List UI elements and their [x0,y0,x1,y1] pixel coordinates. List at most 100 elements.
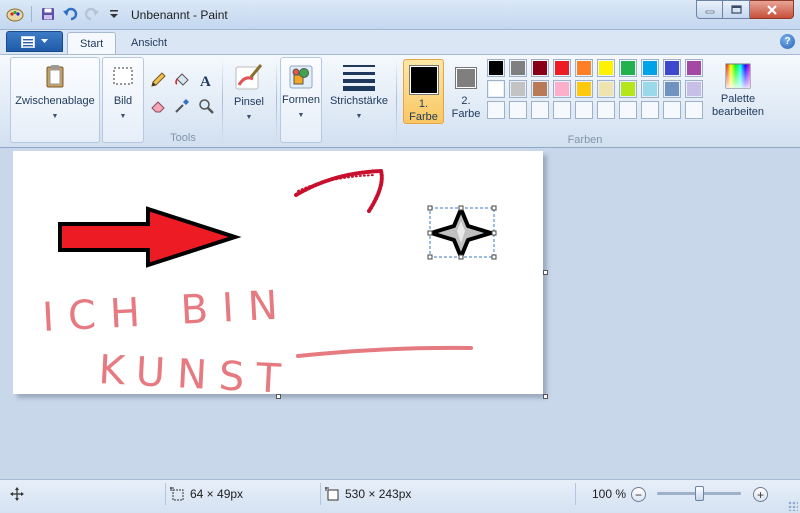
save-icon[interactable] [39,5,57,23]
canvas-text-line1: ICH BIN [41,282,293,341]
resize-grip[interactable] [788,501,798,511]
palette-swatch[interactable] [575,80,593,98]
zoom-in-icon[interactable]: + [753,487,768,502]
pencil-icon[interactable] [148,70,168,90]
palette-swatch-empty[interactable] [575,101,593,119]
shapes-icon [289,65,313,89]
cursor-position [10,480,24,508]
zoom-level: 100 % [592,487,627,501]
palette-swatch[interactable] [619,59,637,77]
canvas-size-icon [325,487,339,501]
canvas-area[interactable]: ICH BIN KUNST [0,148,800,479]
palette-swatch[interactable] [575,59,593,77]
selection-size-icon [170,487,184,501]
palette-swatch[interactable] [553,59,571,77]
size-button[interactable]: Strichstärke ▼ [326,57,392,143]
fill-bucket-icon[interactable] [172,70,192,90]
undo-icon[interactable] [61,5,79,23]
customize-toolbar-icon[interactable] [105,5,123,23]
size-label: Strichstärke [329,95,389,107]
palette-swatch[interactable] [619,80,637,98]
zoom-slider-thumb[interactable] [695,486,704,501]
color-picker-icon[interactable] [172,96,192,116]
image-button[interactable]: Bild ▼ [102,57,144,143]
palette-swatch[interactable] [509,59,527,77]
palette-swatch-empty[interactable] [487,101,505,119]
chevron-down-icon: ▼ [119,113,127,120]
drawing-canvas[interactable]: ICH BIN KUNST [13,151,543,394]
shapes-button[interactable]: Formen ▼ [280,57,322,143]
edit-colors-label-1: Palette [720,93,756,105]
group-divider [396,59,397,143]
maximize-button[interactable] [723,0,750,19]
palette-swatch-empty[interactable] [641,101,659,119]
status-divider [165,483,166,505]
menu-icon [21,35,35,48]
eraser-icon[interactable] [148,96,168,116]
palette-swatch[interactable] [531,59,549,77]
palette-swatch-empty[interactable] [553,101,571,119]
palette-swatch[interactable] [487,80,505,98]
group-divider [222,59,223,143]
clipboard-label: Zwischenablage [15,95,95,107]
svg-text:A: A [200,74,211,88]
tab-start[interactable]: Start [67,32,117,54]
paint-app-icon[interactable] [6,5,24,23]
palette-swatch-empty[interactable] [663,101,681,119]
palette-swatch[interactable] [553,80,571,98]
chevron-down-icon [41,39,48,43]
canvas-resize-handle-bottom[interactable] [276,394,281,399]
magnifier-icon[interactable] [196,96,216,116]
brushes-button[interactable]: Pinsel ▼ [226,57,272,143]
chevron-down-icon: ▼ [355,113,363,120]
paint-menu-button[interactable] [6,31,63,52]
palette-swatch[interactable] [597,59,615,77]
canvas-size-value: 530 × 243px [345,487,412,501]
edit-colors-button[interactable]: Palette bearbeiten [706,57,770,129]
window-title: Unbenannt - Paint [131,8,228,22]
palette-swatch[interactable] [641,59,659,77]
palette-swatch-empty[interactable] [619,101,637,119]
redo-icon[interactable] [83,5,101,23]
tab-ansicht[interactable]: Ansicht [119,32,179,54]
palette-swatch-empty[interactable] [597,101,615,119]
close-button[interactable] [750,0,794,19]
group-divider [276,59,277,143]
canvas-underline-stroke [296,345,473,358]
canvas-text-line2: KUNST [97,347,293,394]
palette-swatch[interactable] [531,80,549,98]
tools-group-label: Tools [170,132,196,144]
close-icon [766,4,777,15]
canvas-drawing: ICH BIN KUNST [41,169,497,394]
status-divider [320,483,321,505]
palette-swatch[interactable] [685,59,703,77]
canvas-size: 530 × 243px [325,480,411,508]
select-icon [113,67,133,85]
palette-swatch[interactable] [509,80,527,98]
colors-group-label: Farben [567,134,603,146]
canvas-resize-handle-corner[interactable] [543,394,548,399]
text-icon[interactable]: A [196,70,216,90]
quick-access-toolbar [6,5,123,23]
color-spectrum-icon [725,63,751,89]
brush-icon [235,64,263,90]
minimize-button[interactable] [696,0,723,19]
move-icon [10,487,24,501]
palette-swatch[interactable] [487,59,505,77]
palette-swatch-empty[interactable] [531,101,549,119]
clipboard-button[interactable]: Zwischenablage ▼ [10,57,100,143]
palette-swatch[interactable] [641,80,659,98]
palette-swatch-empty[interactable] [509,101,527,119]
palette-swatch[interactable] [685,80,703,98]
palette-swatch[interactable] [663,59,681,77]
palette-swatch-empty[interactable] [685,101,703,119]
palette-swatch[interactable] [597,80,615,98]
chevron-down-icon: ▼ [51,113,59,120]
chevron-down-icon: ▼ [297,112,305,119]
canvas-resize-handle-right[interactable] [543,270,548,275]
color1-button[interactable]: 1. Farbe [403,59,444,124]
palette-swatch[interactable] [663,80,681,98]
help-icon[interactable]: ? [780,34,795,49]
zoom-out-icon[interactable]: − [631,487,646,502]
color2-button[interactable]: 2. Farbe [448,59,484,124]
